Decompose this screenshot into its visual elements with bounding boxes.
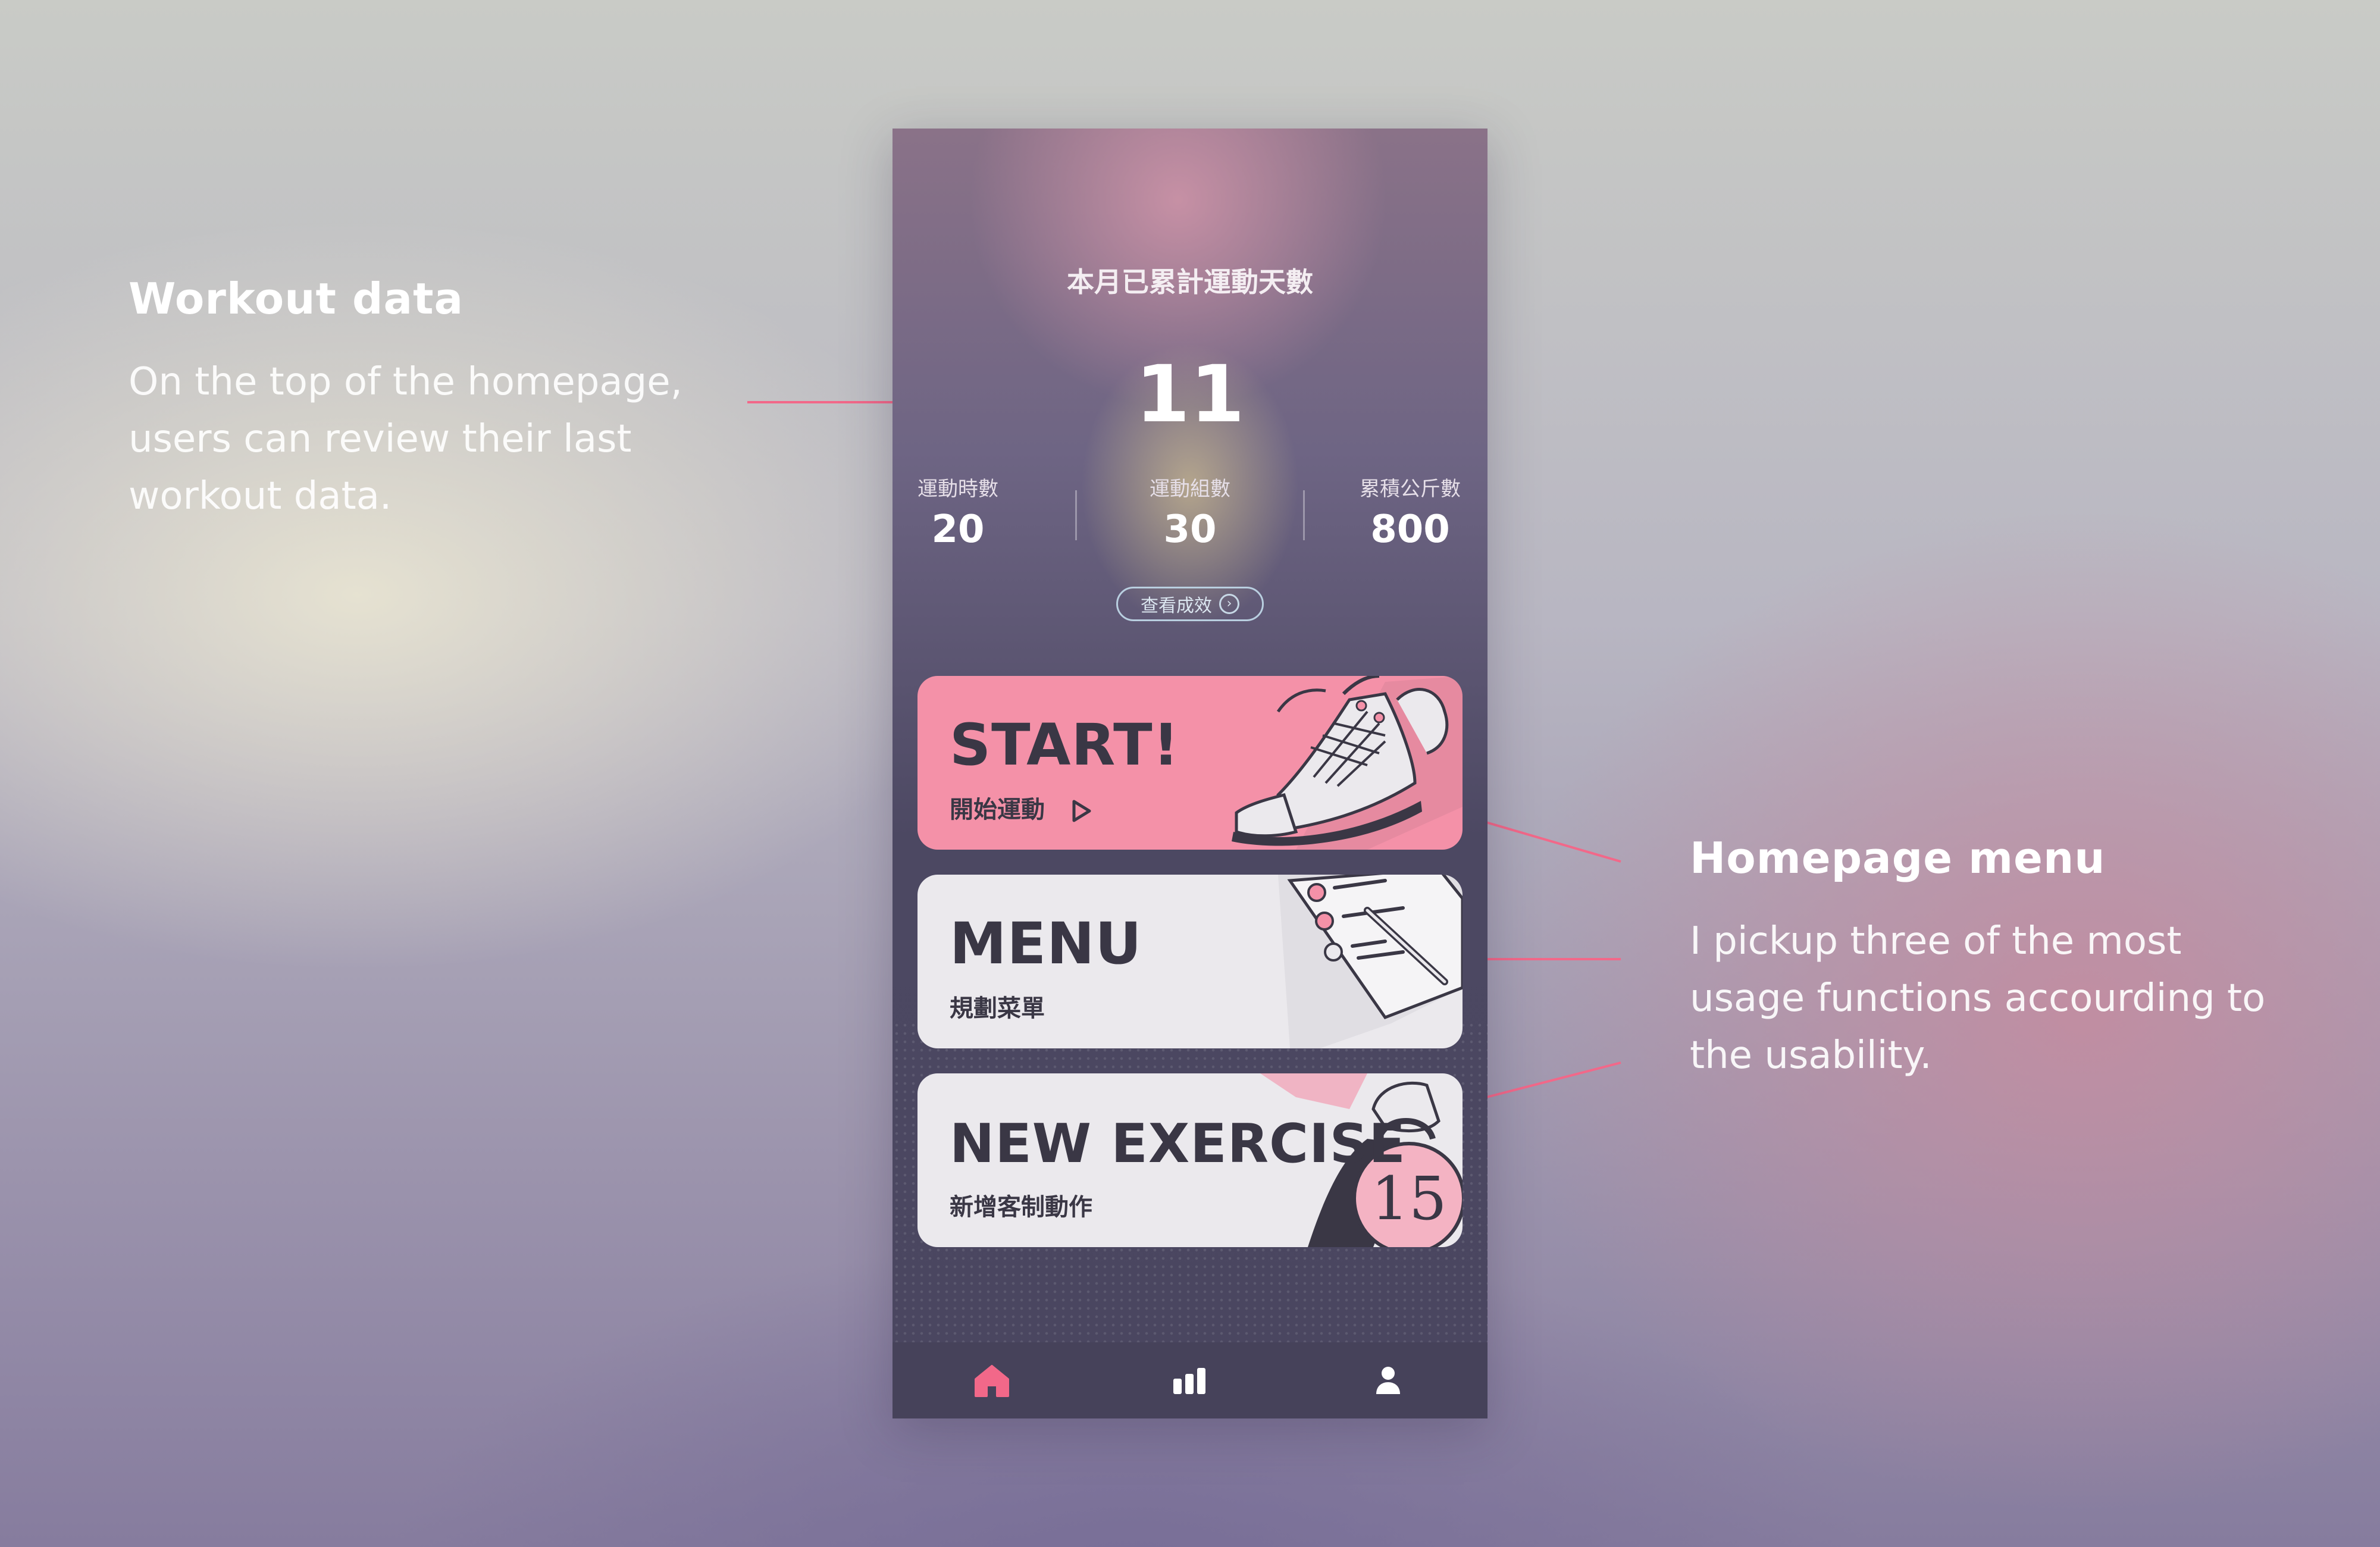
- annotation-body: On the top of the homepage, users can re…: [129, 360, 682, 518]
- stat-total-kg: 累積公斤數 800: [1327, 472, 1488, 552]
- phone-screen: 本月已累計運動天數 11 運動時數 20 運動組數 30 累積公斤數 800 查…: [892, 129, 1488, 1418]
- sneaker-illustration: [1232, 676, 1463, 850]
- stat-divider: [1075, 490, 1077, 540]
- plan-menu-card[interactable]: MENU 規劃菜單: [917, 875, 1463, 1048]
- start-workout-card[interactable]: START! 開始運動: [917, 676, 1463, 850]
- view-results-label: 查看成效: [1141, 596, 1212, 616]
- stat-label: 累積公斤數: [1360, 477, 1461, 501]
- new-exercise-title: NEW EXERCISE: [950, 1113, 1406, 1175]
- view-results-button[interactable]: 查看成效 ›: [1116, 587, 1264, 621]
- new-exercise-card[interactable]: 15 NEW EXERCISE 新增客制動作: [917, 1073, 1463, 1247]
- user-icon: [1376, 1367, 1401, 1394]
- menu-subtitle: 規劃菜單: [950, 995, 1045, 1022]
- stat-label: 運動時數: [917, 477, 998, 501]
- annotation-title: Workout data: [129, 274, 464, 324]
- stat-workout-hours: 運動時數 20: [892, 472, 1041, 552]
- annotation-title: Homepage menu: [1690, 833, 2106, 883]
- chevron-right-circle-icon: ›: [1219, 594, 1239, 614]
- annotation-workout-data: Workout data On the top of the homepage,…: [129, 274, 724, 525]
- monthly-workout-days-label: 本月已累計運動天數: [1067, 266, 1313, 298]
- stat-label: 運動組數: [1150, 477, 1230, 501]
- start-subtitle-text: 開始運動: [950, 796, 1045, 823]
- bottom-tab-bar: [892, 1342, 1488, 1418]
- annotation-body: I pickup three of the most usage functio…: [1690, 919, 2266, 1078]
- stat-value: 800: [1370, 508, 1450, 552]
- bar-chart-icon: [1173, 1368, 1205, 1394]
- stat-value: 30: [1163, 508, 1217, 552]
- home-icon: [974, 1365, 1009, 1397]
- start-subtitle: 開始運動: [950, 790, 1092, 825]
- annotation-homepage-menu: Homepage menu I pickup three of the most…: [1690, 833, 2285, 1084]
- checklist-illustration: [1278, 875, 1463, 1048]
- tab-profile[interactable]: [1352, 1351, 1424, 1410]
- stat-workout-sets: 運動組數 30: [1107, 472, 1273, 552]
- play-outline-icon: [1072, 800, 1091, 822]
- stat-value: 20: [931, 508, 985, 552]
- monthly-workout-days-value: 11: [1135, 349, 1245, 440]
- new-exercise-subtitle: 新增客制動作: [950, 1194, 1092, 1221]
- menu-title: MENU: [950, 910, 1142, 977]
- tab-stats[interactable]: [1154, 1351, 1226, 1410]
- tab-home[interactable]: [956, 1351, 1028, 1410]
- start-title: START!: [950, 712, 1180, 778]
- stat-divider: [1303, 490, 1305, 540]
